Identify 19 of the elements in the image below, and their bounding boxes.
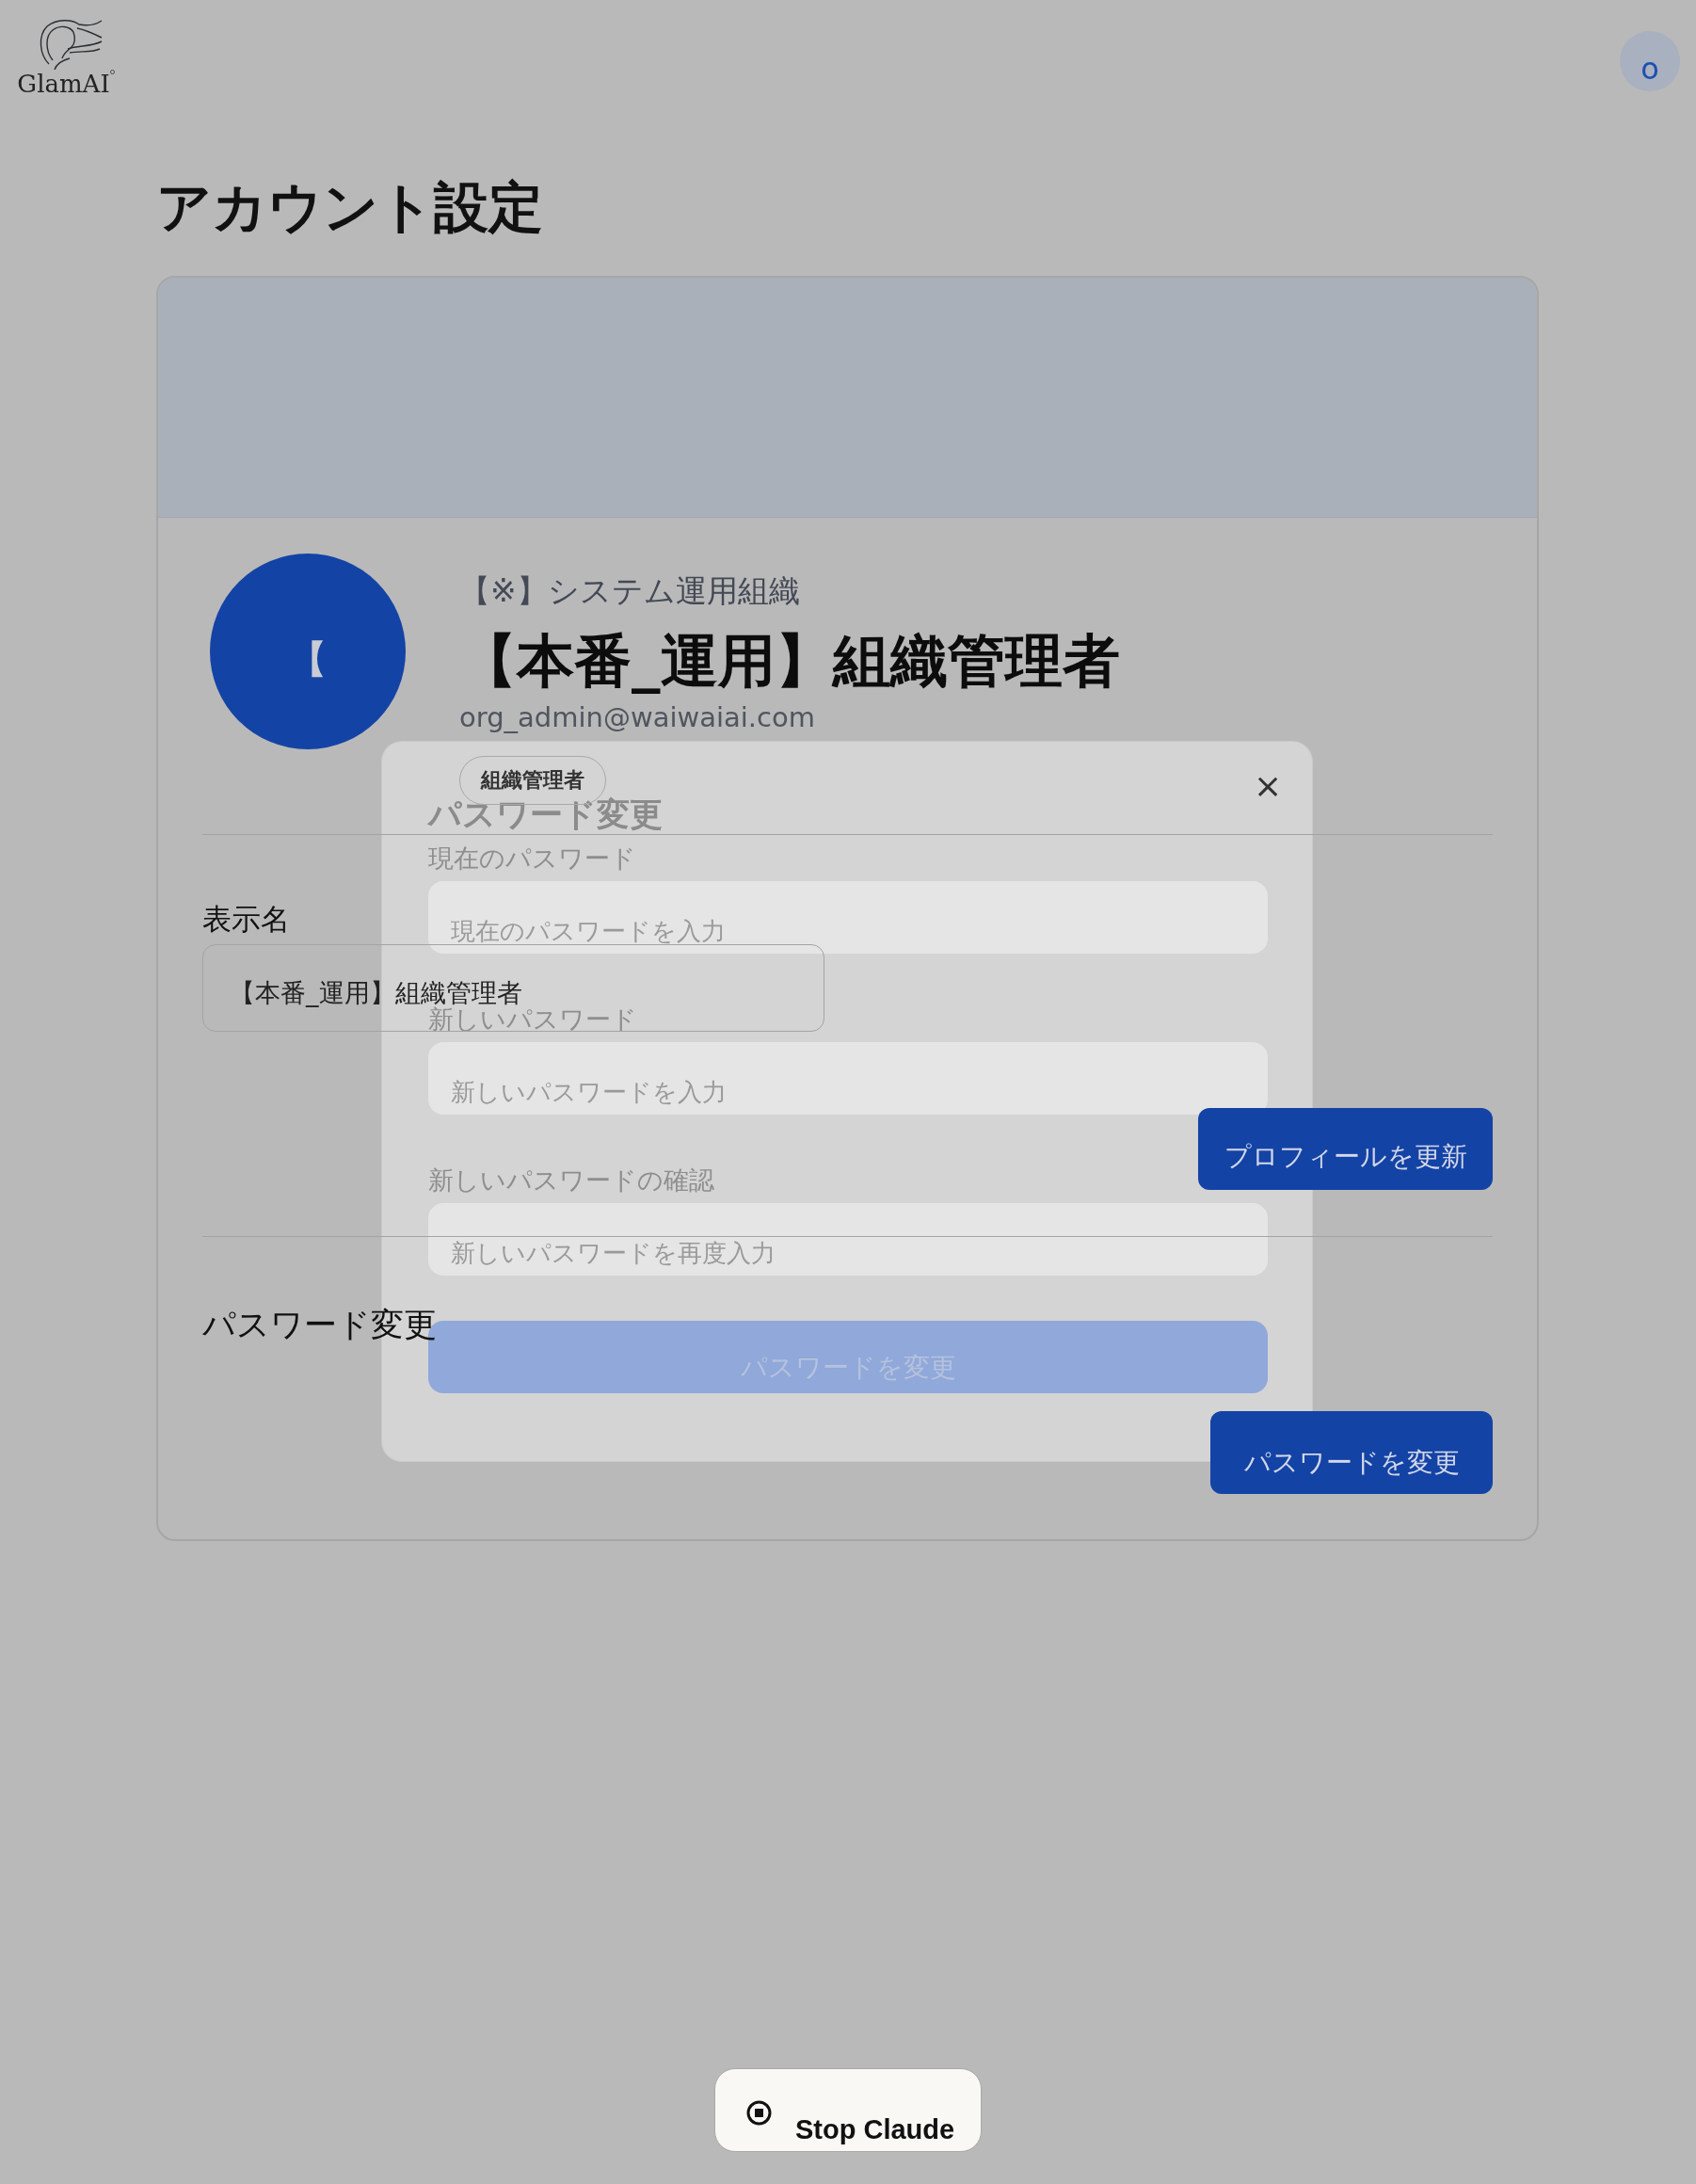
user-email: org_admin@waiwaiai.com xyxy=(459,700,815,734)
password-field[interactable]: 新しいパスワードを再度入力 xyxy=(428,1203,1268,1276)
user-name: 【本番_運用】組織管理者 xyxy=(459,626,1120,696)
field-label: 表示名 xyxy=(202,901,290,938)
registered-mark-icon xyxy=(109,70,115,74)
update-profile-button[interactable]: プロフィールを更新 xyxy=(1198,1108,1493,1190)
user-avatar[interactable]: o xyxy=(1620,31,1680,91)
close-button[interactable]: × xyxy=(1249,765,1287,807)
stop-icon xyxy=(746,2100,772,2126)
change-password-button[interactable]: パスワードを変更 xyxy=(1210,1411,1493,1494)
stop-button[interactable]: Stop Claude xyxy=(714,2068,982,2152)
field-label: 新しいパスワードの確認 xyxy=(428,1164,714,1196)
password-field[interactable]: 新しいパスワードを入力 xyxy=(428,1042,1268,1115)
page-title: アカウント設定 xyxy=(156,174,543,241)
logo-text: GlamAI xyxy=(17,70,110,98)
organization-name: 【※】システム運用組織 xyxy=(459,571,800,611)
field-label: 現在のパスワード xyxy=(428,843,636,875)
profile-avatar: 【 xyxy=(210,554,406,749)
password-field[interactable]: 現在のパスワードを入力 xyxy=(428,881,1268,954)
